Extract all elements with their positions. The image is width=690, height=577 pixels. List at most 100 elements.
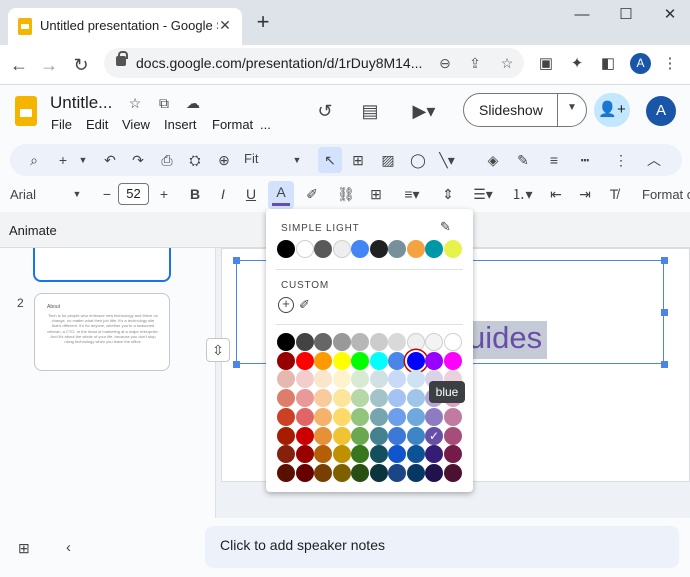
color-swatch[interactable] <box>425 463 443 482</box>
theme-color-swatch[interactable] <box>332 240 351 258</box>
color-swatch[interactable] <box>351 389 369 408</box>
color-swatch[interactable] <box>406 389 425 408</box>
color-swatch[interactable] <box>388 426 406 445</box>
color-swatch[interactable] <box>277 389 295 408</box>
account-avatar[interactable]: A <box>646 96 676 126</box>
numbered-list-icon[interactable]: ⒈▾ <box>508 184 536 204</box>
undo-icon[interactable]: ↶ <box>99 150 121 170</box>
color-swatch[interactable] <box>277 370 295 389</box>
color-swatch[interactable] <box>388 407 406 426</box>
search-menus-icon[interactable]: ⌕ <box>23 150 45 170</box>
color-swatch[interactable] <box>388 445 406 464</box>
color-swatch[interactable] <box>314 370 332 389</box>
resize-handle-bl[interactable] <box>233 361 240 368</box>
resize-handle-br[interactable] <box>661 361 668 368</box>
color-swatch[interactable] <box>351 370 369 389</box>
color-swatch[interactable] <box>332 389 351 408</box>
zoom-dropdown-icon[interactable]: ▼ <box>286 150 308 170</box>
slide-thumbnail-2[interactable]: About Tech is for people who embrace new… <box>34 293 170 371</box>
color-swatch[interactable] <box>295 426 314 445</box>
color-swatch[interactable] <box>443 407 462 426</box>
color-swatch[interactable] <box>406 407 425 426</box>
insert-link-icon[interactable]: ⛓ <box>335 184 357 204</box>
theme-color-swatch[interactable] <box>425 240 443 258</box>
paint-format-icon[interactable]: ⛭ <box>184 150 206 170</box>
resize-handle-tl[interactable] <box>233 257 240 264</box>
clear-formatting-icon[interactable]: T̸ <box>603 184 625 204</box>
tab-close-icon[interactable]: ✕ <box>216 16 234 34</box>
vertical-align-icon[interactable]: ⇳ <box>206 338 230 362</box>
theme-color-swatch[interactable] <box>388 240 406 258</box>
color-swatch[interactable] <box>332 407 351 426</box>
document-title[interactable]: Untitle... <box>50 93 112 113</box>
theme-color-swatch[interactable] <box>314 240 332 258</box>
eyedropper-icon[interactable]: ✐ <box>299 297 310 313</box>
color-swatch[interactable] <box>369 389 388 408</box>
color-swatch[interactable] <box>388 351 406 370</box>
color-swatch[interactable] <box>314 426 332 445</box>
color-swatch[interactable] <box>425 351 443 370</box>
new-slide-layout-icon[interactable]: ▼ <box>72 150 94 170</box>
forward-icon[interactable]: → <box>36 52 62 78</box>
version-history-icon[interactable]: ↺ <box>312 98 338 124</box>
theme-color-swatch[interactable] <box>351 240 369 258</box>
line-spacing-icon[interactable]: ⇕ <box>437 184 459 204</box>
color-swatch[interactable] <box>295 407 314 426</box>
font-dropdown-icon[interactable]: ▼ <box>66 184 88 204</box>
color-swatch[interactable] <box>314 333 332 351</box>
menu-format[interactable]: Format <box>212 117 253 132</box>
increase-font-size-icon[interactable]: + <box>153 184 175 204</box>
back-icon[interactable]: ← <box>6 52 32 78</box>
animate-button[interactable]: Animate <box>9 223 57 238</box>
color-swatch[interactable] <box>369 351 388 370</box>
color-swatch[interactable] <box>332 445 351 464</box>
collapse-filmstrip-icon[interactable]: ‹ <box>66 539 71 556</box>
selected-color-swatch[interactable] <box>406 351 425 370</box>
color-swatch[interactable] <box>388 333 406 351</box>
slideshow-button[interactable]: Slideshow ▼ <box>463 93 587 127</box>
current-color-swatch[interactable]: ✓ <box>425 426 443 445</box>
slides-logo-icon[interactable] <box>15 96 37 126</box>
color-swatch[interactable] <box>277 407 295 426</box>
menu-more[interactable]: ... <box>260 117 271 132</box>
extensions-puzzle-icon[interactable]: ✦ <box>566 53 588 75</box>
color-swatch[interactable] <box>295 463 314 482</box>
italic-icon[interactable]: I <box>212 184 234 204</box>
shape-icon[interactable]: ◯ <box>407 150 429 170</box>
text-color-icon[interactable]: A <box>270 182 292 202</box>
color-swatch[interactable] <box>351 333 369 351</box>
color-swatch[interactable] <box>425 333 443 351</box>
slideshow-dropdown-icon[interactable]: ▼ <box>567 102 577 113</box>
color-swatch[interactable] <box>314 389 332 408</box>
zoom-icon[interactable]: ⊕ <box>213 150 235 170</box>
theme-color-swatch[interactable] <box>406 240 425 258</box>
bulleted-list-icon[interactable]: ☰▾ <box>469 184 497 204</box>
color-swatch[interactable] <box>406 445 425 464</box>
add-comment-icon[interactable]: ⊞ <box>365 184 387 204</box>
color-swatch[interactable] <box>425 407 443 426</box>
font-size-input[interactable]: 52 <box>118 183 149 205</box>
cloud-status-icon[interactable]: ☁ <box>184 95 202 113</box>
bold-icon[interactable]: B <box>184 184 206 204</box>
color-swatch[interactable] <box>351 351 369 370</box>
color-swatch[interactable] <box>277 333 295 351</box>
reload-icon[interactable]: ↻ <box>68 52 94 78</box>
theme-color-swatch[interactable] <box>295 240 314 258</box>
image-icon[interactable]: ▨ <box>377 150 399 170</box>
border-color-icon[interactable]: ✎ <box>512 150 534 170</box>
color-swatch[interactable] <box>295 370 314 389</box>
border-weight-icon[interactable]: ≡ <box>543 150 565 170</box>
color-swatch[interactable] <box>443 426 462 445</box>
menu-insert[interactable]: Insert <box>164 117 197 132</box>
zoom-lens-icon[interactable]: ⊖ <box>435 53 455 73</box>
align-icon[interactable]: ≡▾ <box>401 184 423 204</box>
more-options-icon[interactable]: ⋮ <box>610 150 632 170</box>
color-swatch[interactable] <box>295 389 314 408</box>
speaker-notes-placeholder[interactable]: Click to add speaker notes <box>220 537 385 553</box>
color-swatch[interactable] <box>332 463 351 482</box>
decrease-indent-icon[interactable]: ⇤ <box>545 184 567 204</box>
meet-video-icon[interactable]: ▶▾ <box>406 98 442 124</box>
color-swatch[interactable] <box>332 370 351 389</box>
color-swatch[interactable] <box>443 445 462 464</box>
color-swatch[interactable] <box>443 333 462 351</box>
